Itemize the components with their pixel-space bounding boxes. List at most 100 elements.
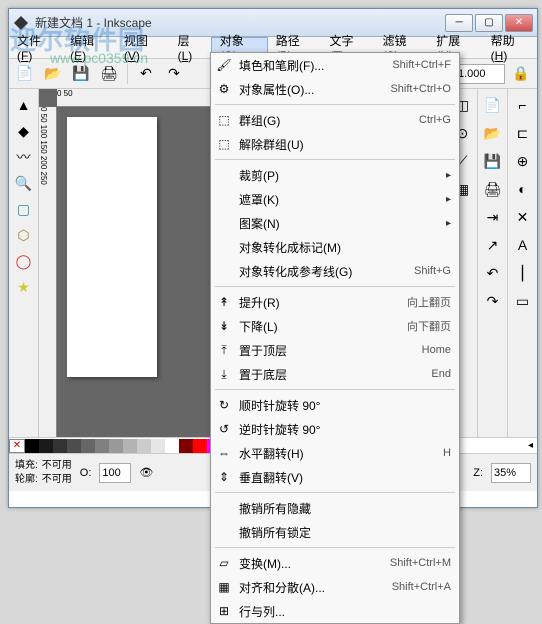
color-swatch[interactable] (39, 439, 53, 453)
menu-item-label: 变换(M)... (239, 555, 378, 572)
menu-item-icon: ⬚ (215, 135, 233, 153)
color-swatch[interactable] (151, 439, 165, 453)
color-swatch[interactable] (179, 439, 193, 453)
close-button[interactable]: ✕ (505, 14, 533, 32)
snap-page-icon[interactable]: ▭ (511, 289, 535, 313)
menu-item[interactable]: ⬚群组(G)Ctrl+G (211, 108, 459, 132)
print-icon[interactable]: 🖨 (97, 62, 121, 86)
commands-undo-icon[interactable]: ↶ (481, 261, 505, 285)
menu-view[interactable]: 视图(V) (116, 37, 170, 58)
no-color-swatch[interactable]: ✕ (9, 439, 25, 453)
menu-item[interactable]: ↺逆时针旋转 90° (211, 417, 459, 441)
menu-item-label: 水平翻转(H) (239, 445, 431, 462)
submenu-arrow-icon: ▸ (446, 194, 451, 205)
layer-icon[interactable]: 👁 (139, 466, 153, 479)
undo-icon[interactable]: ↶ (134, 62, 158, 86)
menu-item-label: 对象属性(O)... (239, 81, 378, 98)
commands-save-icon[interactable]: 💾 (481, 149, 505, 173)
color-swatch[interactable] (109, 439, 123, 453)
zoom-input[interactable] (491, 463, 531, 483)
menu-item-shortcut: Shift+Ctrl+M (390, 557, 451, 569)
menu-item[interactable]: 🖌填色和笔刷(F)...Shift+Ctrl+F (211, 53, 459, 77)
commands-open-icon[interactable]: 📂 (481, 121, 505, 145)
rect-tool-icon[interactable]: ▢ (12, 197, 36, 221)
new-icon[interactable]: 📄 (13, 62, 37, 86)
color-swatch[interactable] (123, 439, 137, 453)
commands-new-icon[interactable]: 📄 (481, 93, 505, 117)
redo-icon[interactable]: ↷ (162, 62, 186, 86)
menu-item[interactable]: ⬚解除群组(U) (211, 132, 459, 156)
menu-item[interactable]: ⊞行与列... (211, 599, 459, 623)
commands-print-icon[interactable]: 🖨 (481, 177, 505, 201)
save-icon[interactable]: 💾 (69, 62, 93, 86)
document-page[interactable] (67, 117, 157, 377)
commands-export-icon[interactable]: ↗ (481, 233, 505, 257)
menu-layer[interactable]: 层(L) (170, 37, 211, 58)
menu-item-icon: 🖌 (215, 56, 233, 74)
menu-item-label: 图案(N) (239, 215, 446, 232)
menu-item[interactable]: 撤销所有隐藏 (211, 496, 459, 520)
zoom-tool-icon[interactable]: 🔍 (12, 171, 36, 195)
circle-tool-icon[interactable]: ◯ (12, 249, 36, 273)
menu-item-label: 对象转化成参考线(G) (239, 263, 402, 280)
commands-import-icon[interactable]: ⇥ (481, 205, 505, 229)
star-tool-icon[interactable]: ★ (12, 275, 36, 299)
menu-edit[interactable]: 编辑(E) (62, 37, 116, 58)
tweak-tool-icon[interactable]: 〰 (12, 145, 36, 169)
snap-text-icon[interactable]: A (511, 233, 535, 257)
snap-guide-icon[interactable]: ⎮ (511, 261, 535, 285)
menu-item[interactable]: 撤销所有锁定 (211, 520, 459, 544)
menu-item[interactable]: ⤓置于底层End (211, 362, 459, 386)
snap-center-icon[interactable]: ⊕ (511, 149, 535, 173)
minimize-button[interactable]: ─ (445, 14, 473, 32)
commands-redo-icon[interactable]: ↷ (481, 289, 505, 313)
menu-item-label: 撤销所有锁定 (239, 524, 451, 541)
color-swatch[interactable] (25, 439, 39, 453)
selector-tool-icon[interactable]: ▲ (12, 93, 36, 117)
maximize-button[interactable]: ▢ (475, 14, 503, 32)
snap-edge-icon[interactable]: ⊏ (511, 121, 535, 145)
ruler-vertical[interactable]: 0 50 100 150 200 250 (39, 107, 57, 437)
menu-file[interactable]: 文件(F) (9, 37, 62, 58)
value-input[interactable] (455, 64, 505, 84)
menu-item[interactable]: ⤒置于顶层Home (211, 338, 459, 362)
menu-item[interactable]: 图案(N)▸ (211, 211, 459, 235)
color-swatch[interactable] (165, 439, 179, 453)
submenu-arrow-icon: ▸ (446, 218, 451, 229)
menu-item[interactable]: ↟提升(R)向上翻页 (211, 290, 459, 314)
color-swatch[interactable] (137, 439, 151, 453)
menu-item-shortcut: End (431, 368, 451, 380)
color-swatch[interactable] (67, 439, 81, 453)
menu-item[interactable]: ↻顺时针旋转 90° (211, 393, 459, 417)
menu-item[interactable]: ▱变换(M)...Shift+Ctrl+M (211, 551, 459, 575)
palette-menu-icon[interactable]: ◂ (524, 440, 537, 451)
menu-item[interactable]: ⚙对象属性(O)...Shift+Ctrl+O (211, 77, 459, 101)
snap-intersect-icon[interactable]: ✕ (511, 205, 535, 229)
color-swatch[interactable] (81, 439, 95, 453)
color-swatch[interactable] (95, 439, 109, 453)
menu-item[interactable]: ↡下降(L)向下翻页 (211, 314, 459, 338)
3dbox-tool-icon[interactable]: ⬡ (12, 223, 36, 247)
menu-item-icon: ⊞ (215, 602, 233, 620)
color-swatch[interactable] (193, 439, 207, 453)
node-tool-icon[interactable]: ◆ (12, 119, 36, 143)
menu-help[interactable]: 帮助(H) (483, 37, 537, 58)
menu-item-label: 提升(R) (239, 294, 395, 311)
menu-item[interactable]: ▦对齐和分散(A)...Shift+Ctrl+A (211, 575, 459, 599)
lock-icon[interactable]: 🔒 (509, 62, 533, 86)
open-icon[interactable]: 📂 (41, 62, 65, 86)
opacity-input[interactable] (99, 463, 131, 483)
menu-separator (215, 389, 455, 390)
zoom-label: Z: (473, 467, 483, 479)
menu-item[interactable]: 对象转化成标记(M) (211, 235, 459, 259)
menu-item[interactable]: 裁剪(P)▸ (211, 163, 459, 187)
menu-item[interactable]: ⇕垂直翻转(V) (211, 465, 459, 489)
menu-item[interactable]: 对象转化成参考线(G)Shift+G (211, 259, 459, 283)
snap-mid-icon[interactable]: ◐ (511, 177, 535, 201)
menu-item[interactable]: ⇔水平翻转(H)H (211, 441, 459, 465)
object-menu-dropdown: 🖌填色和笔刷(F)...Shift+Ctrl+F⚙对象属性(O)...Shift… (210, 52, 460, 624)
snap-corner-icon[interactable]: ⌐ (511, 93, 535, 117)
submenu-arrow-icon: ▸ (446, 170, 451, 181)
color-swatch[interactable] (53, 439, 67, 453)
menu-item[interactable]: 遮罩(K)▸ (211, 187, 459, 211)
